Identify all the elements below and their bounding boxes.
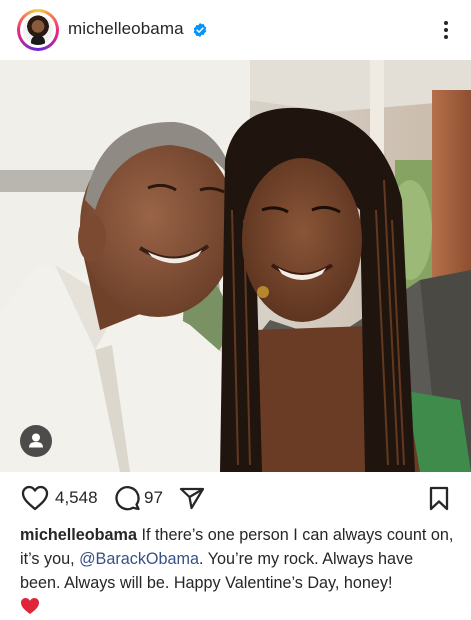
bookmark-icon[interactable] — [429, 486, 449, 511]
post-header: michelleobama — [0, 0, 471, 60]
caption-mention-link[interactable]: @BarackObama — [79, 550, 199, 568]
post-caption: michelleobama If there’s one person I ca… — [20, 523, 456, 595]
comment-count[interactable]: 97 — [144, 488, 163, 508]
comment-icon[interactable] — [114, 485, 140, 511]
post-action-bar: 4,548 97 — [0, 474, 471, 522]
share-icon[interactable] — [179, 486, 205, 510]
red-heart-emoji-icon — [21, 598, 39, 614]
post-username[interactable]: michelleobama — [68, 19, 184, 39]
avatar[interactable] — [17, 9, 59, 51]
tagged-user-icon — [29, 433, 43, 448]
heart-icon[interactable] — [21, 485, 49, 511]
more-options-icon[interactable] — [438, 19, 454, 41]
post-photo[interactable] — [0, 60, 471, 472]
caption-username[interactable]: michelleobama — [20, 526, 137, 544]
verified-badge-icon — [193, 23, 207, 37]
tagged-user-button[interactable] — [20, 425, 52, 457]
post-image — [0, 60, 471, 472]
like-count[interactable]: 4,548 — [55, 488, 98, 508]
avatar-border — [20, 12, 56, 48]
avatar-photo — [23, 15, 53, 45]
